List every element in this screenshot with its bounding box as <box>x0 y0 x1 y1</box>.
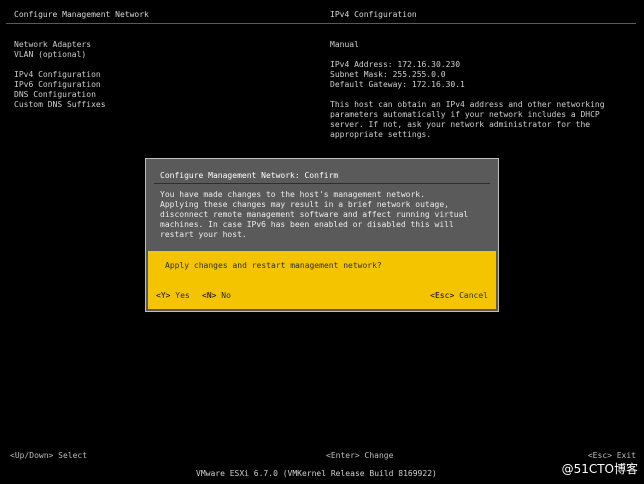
dcui-screen: Configure Management Network IPv4 Config… <box>0 0 644 484</box>
hint-exit: <Esc> Exit <box>587 451 636 460</box>
dialog-message: You have made changes to the host's mana… <box>160 190 469 239</box>
management-network-menu: Network Adapters VLAN (optional) IPv4 Co… <box>14 40 106 110</box>
yes-label: Yes <box>175 291 190 300</box>
dialog-action-panel: Apply changes and restart management net… <box>148 251 496 309</box>
ipv4-address: IPv4 Address: 172.16.30.230 <box>330 60 461 69</box>
header-bar: Configure Management Network IPv4 Config… <box>6 6 636 24</box>
ipv4-detail-panel: Manual IPv4 Address: 172.16.30.230 Subne… <box>330 40 620 140</box>
cancel-label: Cancel <box>459 291 488 300</box>
cancel-key: <Esc> <box>430 291 455 300</box>
yes-key: <Y> <box>156 291 171 300</box>
menu-item-network-adapters[interactable]: Network Adapters <box>14 40 106 50</box>
no-key: <N> <box>202 291 217 300</box>
key-hints: <Up/Down> Select <Enter> Change <Esc> Ex… <box>10 451 636 461</box>
screen-title: Configure Management Network <box>14 10 149 19</box>
dialog-buttons: <Y> Yes <N> No <Esc> Cancel <box>156 291 488 301</box>
cancel-button[interactable]: <Esc> Cancel <box>430 291 488 301</box>
status-bar: VMware ESXi 6.7.0 (VMKernel Release Buil… <box>0 465 644 484</box>
no-label: No <box>221 291 231 300</box>
menu-item-custom-dns-suffixes[interactable]: Custom DNS Suffixes <box>14 100 106 110</box>
detail-spacer <box>330 90 620 100</box>
detail-spacer <box>330 50 620 60</box>
ipv4-mode: Manual <box>330 40 359 49</box>
subnet-mask: Subnet Mask: 255.255.0.0 <box>330 70 446 79</box>
section-title: IPv4 Configuration <box>330 10 417 19</box>
version-text: VMware ESXi 6.7.0 (VMKernel Release Buil… <box>196 469 437 478</box>
ipv4-description: This host can obtain an IPv4 address and… <box>330 100 605 139</box>
confirm-dialog: Configure Management Network: Confirm Yo… <box>145 158 499 312</box>
dialog-divider <box>154 183 490 184</box>
hint-select: <Up/Down> Select <box>10 451 88 460</box>
menu-item-ipv4-configuration[interactable]: IPv4 Configuration <box>14 70 106 80</box>
menu-item-dns-configuration[interactable]: DNS Configuration <box>14 90 106 100</box>
yes-button[interactable]: <Y> Yes <box>156 291 190 301</box>
menu-spacer <box>14 60 106 70</box>
watermark: @51CTO博客 <box>561 462 638 476</box>
default-gateway: Default Gateway: 172.16.30.1 <box>330 80 465 89</box>
menu-item-ipv6-configuration[interactable]: IPv6 Configuration <box>14 80 106 90</box>
hint-change: <Enter> Change <box>326 451 394 460</box>
dialog-question: Apply changes and restart management net… <box>165 261 382 270</box>
no-button[interactable]: <N> No <box>202 291 231 301</box>
dialog-title: Configure Management Network: Confirm <box>160 171 339 180</box>
menu-item-vlan[interactable]: VLAN (optional) <box>14 50 106 60</box>
